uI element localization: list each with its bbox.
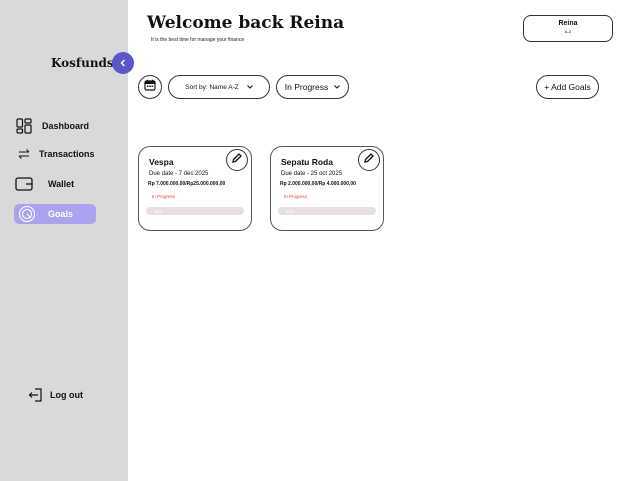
target-icon [17,204,37,224]
sidebar-item-transactions[interactable]: Transactions [14,144,96,164]
goal-card[interactable]: Sepatu Roda Due date - 25 oct 2025 Rp 2.… [270,146,384,231]
goal-progress-label: 50% [286,208,296,214]
pencil-icon [231,151,243,169]
chevron-down-icon [246,85,253,89]
user-sort-label: A-Z [564,29,572,34]
sidebar-item-goals[interactable]: Goals [14,204,96,224]
logout-button[interactable]: Log out [28,387,83,403]
goal-amount: Rp 2.000.000,00/Rp 4.000.000,00 [280,181,356,187]
sidebar-item-label: Wallet [48,179,75,189]
sidebar-collapse-button[interactable] [112,52,134,74]
status-filter-label: In Progress [284,82,329,92]
user-name: Reina [558,20,578,27]
sidebar-item-label: Goals [48,209,74,219]
goal-progress-label: 30% [154,208,164,214]
user-menu[interactable]: Reina A-Z [523,15,613,42]
goal-amount: Rp 7.000.000,00/Rp25.000.000,00 [148,181,226,187]
transfer-arrows-icon [14,144,34,164]
goal-card[interactable]: Vespa Due date - 7 dec 2025 Rp 7.000.000… [138,146,252,231]
edit-goal-button[interactable] [226,149,248,171]
goal-due-date: Due date - 7 dec 2025 [149,171,209,177]
brand-name: Kosfunds [51,56,114,70]
sort-dropdown-label: Sort by: Name A-Z [185,83,239,91]
sidebar: Kosfunds Dashboard Transactions Wallet G… [0,0,128,481]
sidebar-item-label: Dashboard [42,121,90,131]
goal-status: In Progress [284,194,308,199]
logout-icon [28,387,44,403]
calendar-button[interactable] [138,75,162,99]
status-filter-dropdown[interactable]: In Progress [276,75,349,99]
dashboard-icon [14,116,34,136]
goal-title: Sepatu Roda [281,157,333,167]
logout-label: Log out [50,390,83,400]
calendar-icon [144,78,156,96]
wallet-icon [14,174,34,194]
sort-dropdown[interactable]: Sort by: Name A-Z [168,75,270,99]
goal-title: Vespa [149,157,174,167]
sidebar-item-label: Transactions [39,149,95,159]
chevron-left-icon [119,54,127,72]
goal-progress-bar: 50% [278,207,376,215]
goal-due-date: Due date - 25 oct 2025 [281,171,343,177]
goal-status: In Progress [152,194,176,199]
chevron-down-icon [334,85,341,89]
goal-progress-bar: 30% [146,207,244,215]
add-goals-button[interactable]: + Add Goals [536,75,599,99]
edit-goal-button[interactable] [358,149,380,171]
page-subtitle: It is the best time for manage your fina… [151,37,245,43]
pencil-icon [363,151,375,169]
page-title: Welcome back Reina [147,13,345,33]
sidebar-item-wallet[interactable]: Wallet [14,174,96,194]
sidebar-item-dashboard[interactable]: Dashboard [14,116,96,136]
